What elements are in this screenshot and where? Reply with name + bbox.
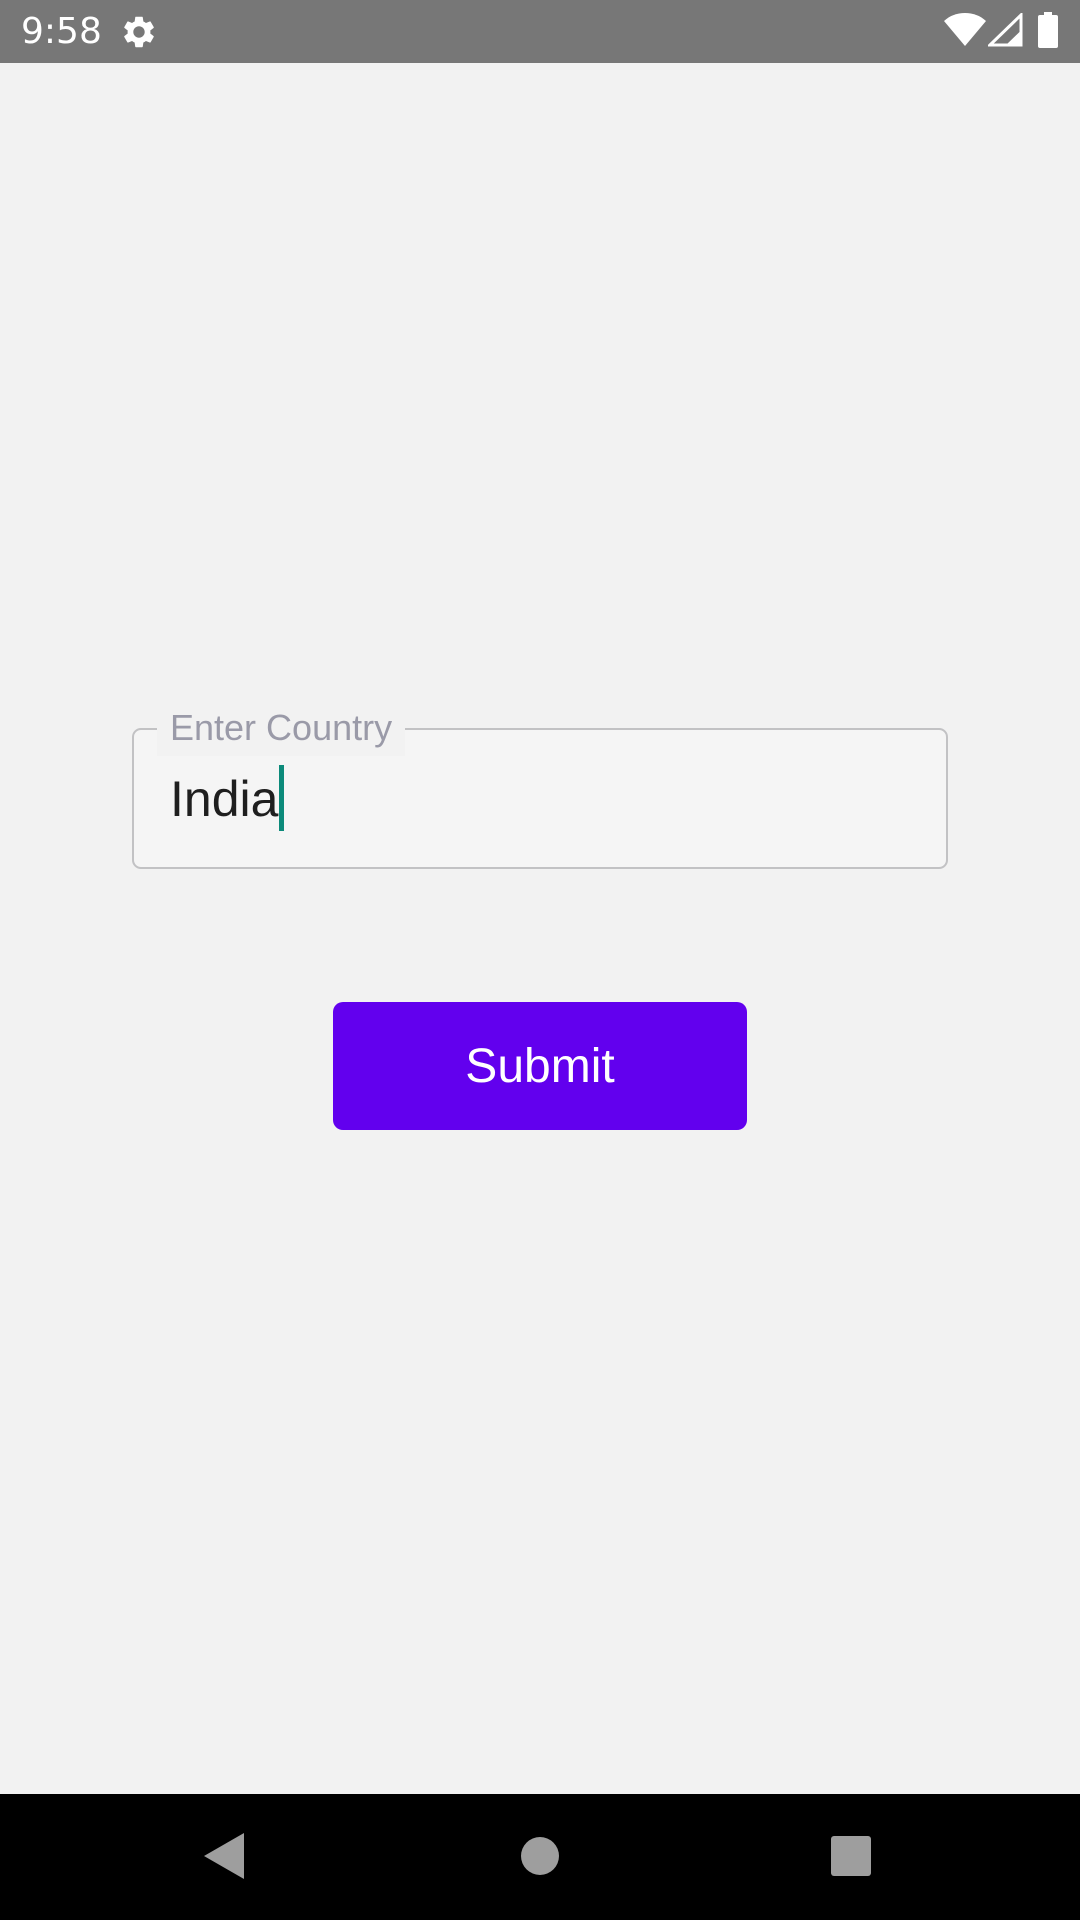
home-icon[interactable] <box>520 1836 560 1876</box>
back-icon[interactable] <box>204 1833 246 1879</box>
cell-signal-icon <box>988 13 1023 47</box>
country-field-label: Enter Country <box>157 700 406 756</box>
gear-icon <box>124 16 154 48</box>
recents-icon[interactable] <box>831 1836 871 1876</box>
submit-button[interactable]: Submit <box>333 1002 747 1130</box>
country-input-value[interactable]: India <box>170 765 285 831</box>
battery-icon <box>1038 12 1058 48</box>
navigation-bar <box>0 1794 1080 1920</box>
country-input-text: India <box>170 771 279 827</box>
text-cursor <box>279 765 285 831</box>
status-time: 9:58 <box>21 11 102 52</box>
status-bar: 9:58 <box>0 0 1080 63</box>
wifi-icon <box>944 13 986 46</box>
